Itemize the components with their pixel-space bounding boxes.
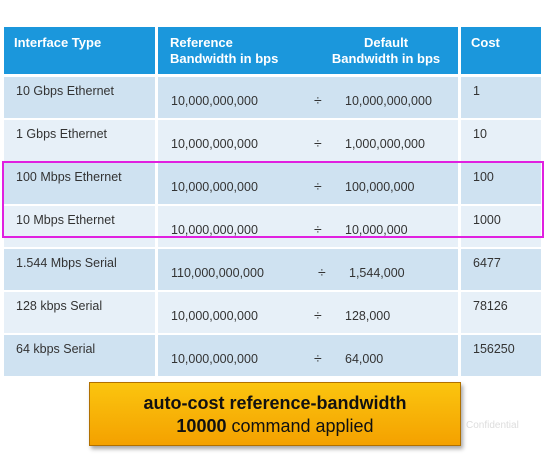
bandwidth-cell: 110,000,000,000 ÷ 1,544,000 <box>158 249 458 290</box>
banner-line2: 10000 command applied <box>90 415 460 438</box>
divide-icon: ÷ <box>314 135 322 151</box>
bandwidth-cell: 10,000,000,000 ÷ 10,000,000,000 <box>158 77 458 118</box>
cost-cell: 10 <box>461 120 541 161</box>
interface-cell: 1.544 Mbps Serial <box>4 249 155 290</box>
default-value: 1,000,000,000 <box>345 137 425 151</box>
divide-icon: ÷ <box>314 307 322 323</box>
interface-cell: 1 Gbps Ethernet <box>4 120 155 161</box>
header-cost: Cost <box>461 27 541 74</box>
divide-icon: ÷ <box>314 178 322 194</box>
interface-cell: 10 Gbps Ethernet <box>4 77 155 118</box>
reference-value: 10,000,000,000 <box>171 223 258 237</box>
default-value: 10,000,000,000 <box>345 94 432 108</box>
interface-cell: 64 kbps Serial <box>4 335 155 376</box>
bandwidth-cell: 10,000,000,000 ÷ 1,000,000,000 <box>158 120 458 161</box>
reference-value: 10,000,000,000 <box>171 137 258 151</box>
reference-value: 10,000,000,000 <box>171 180 258 194</box>
header-default-line1: Default <box>363 35 409 50</box>
header-cost-label: Cost <box>471 35 500 50</box>
table-body: 10 Gbps Ethernet 10,000,000,000 ÷ 10,000… <box>4 77 541 378</box>
cost-cell: 1 <box>461 77 541 118</box>
header-interface-type: Interface Type <box>4 27 155 74</box>
default-value: 1,544,000 <box>349 266 405 280</box>
default-value: 10,000,000 <box>345 223 408 237</box>
table-row: 10 Mbps Ethernet 10,000,000,000 ÷ 10,000… <box>4 206 541 247</box>
cost-cell: 1000 <box>461 206 541 247</box>
banner-command: auto-cost reference-bandwidth <box>143 393 407 413</box>
reference-value: 10,000,000,000 <box>171 352 258 366</box>
bandwidth-cell: 10,000,000,000 ÷ 100,000,000 <box>158 163 458 204</box>
cost-cell: 6477 <box>461 249 541 290</box>
header-default-line2: Bandwidth in bps <box>331 51 441 66</box>
default-value: 64,000 <box>345 352 384 366</box>
interface-cell: 100 Mbps Ethernet <box>4 163 155 204</box>
default-value: 128,000 <box>345 309 391 323</box>
divide-icon: ÷ <box>314 350 322 366</box>
table-row: 128 kbps Serial 10,000,000,000 ÷ 128,000… <box>4 292 541 333</box>
reference-value: 110,000,000,000 <box>171 266 264 280</box>
banner-suffix: command applied <box>226 416 374 436</box>
header-interface-type-label: Interface Type <box>14 35 102 50</box>
header-default-bandwidth: Default Bandwidth in bps <box>326 35 446 67</box>
table-row: 1 Gbps Ethernet 10,000,000,000 ÷ 1,000,0… <box>4 120 541 161</box>
header-reference-bandwidth: Reference Bandwidth in bps <box>170 35 278 67</box>
default-value: 100,000,000 <box>345 180 415 194</box>
divide-icon: ÷ <box>314 221 322 237</box>
bandwidth-cell: 10,000,000,000 ÷ 128,000 <box>158 292 458 333</box>
header-reference-line2: Bandwidth in bps <box>170 51 279 66</box>
command-banner: auto-cost reference-bandwidth 10000 comm… <box>89 382 461 446</box>
banner-value: 10000 <box>176 416 227 436</box>
interface-cell: 10 Mbps Ethernet <box>4 206 155 247</box>
reference-value: 10,000,000,000 <box>171 94 258 108</box>
table-row: 1.544 Mbps Serial 110,000,000,000 ÷ 1,54… <box>4 249 541 290</box>
header-reference-line1: Reference <box>170 35 233 50</box>
bandwidth-cell: 10,000,000,000 ÷ 10,000,000 <box>158 206 458 247</box>
watermark: Confidential <box>466 420 519 431</box>
divide-icon: ÷ <box>314 92 322 108</box>
cost-cell: 100 <box>461 163 541 204</box>
cost-cell: 78126 <box>461 292 541 333</box>
banner-line1: auto-cost reference-bandwidth <box>90 392 460 415</box>
reference-value: 10,000,000,000 <box>171 309 258 323</box>
divide-icon: ÷ <box>318 264 326 280</box>
table-row: 10 Gbps Ethernet 10,000,000,000 ÷ 10,000… <box>4 77 541 118</box>
cost-cell: 156250 <box>461 335 541 376</box>
table-row: 64 kbps Serial 10,000,000,000 ÷ 64,000 1… <box>4 335 541 376</box>
bandwidth-cell: 10,000,000,000 ÷ 64,000 <box>158 335 458 376</box>
interface-cell: 128 kbps Serial <box>4 292 155 333</box>
table-header: Interface Type Reference Bandwidth in bp… <box>4 27 541 74</box>
header-bandwidth: Reference Bandwidth in bps Default Bandw… <box>158 27 458 74</box>
table-row: 100 Mbps Ethernet 10,000,000,000 ÷ 100,0… <box>4 163 541 204</box>
